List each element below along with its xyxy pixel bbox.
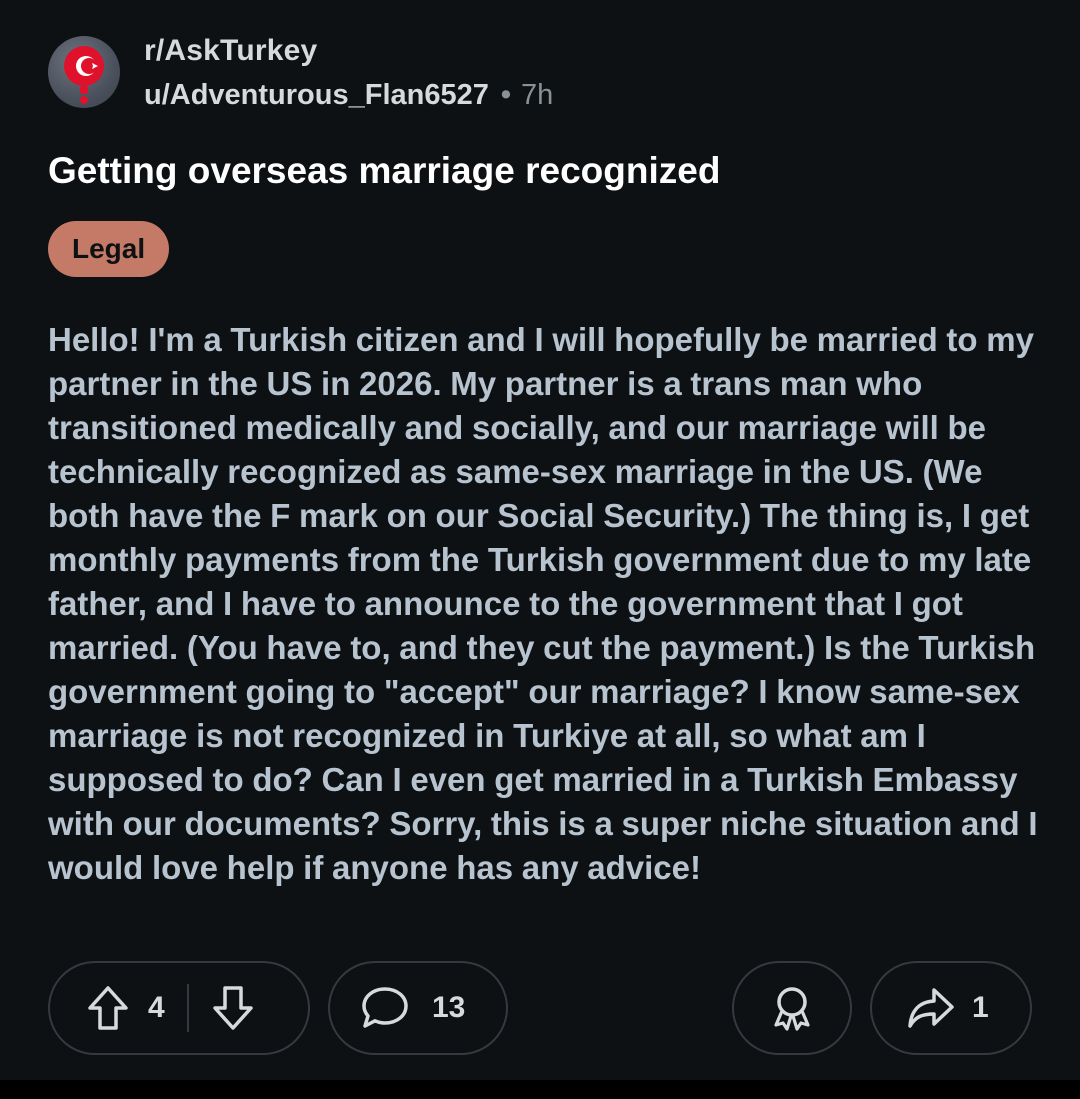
- vote-bar: 4: [48, 961, 310, 1055]
- post-title: Getting overseas marriage recognized: [48, 150, 721, 191]
- speech-bubble-icon: [360, 984, 410, 1032]
- downvote-button[interactable]: [211, 984, 255, 1032]
- vote-count: 4: [148, 991, 165, 1024]
- award-button[interactable]: [732, 961, 852, 1055]
- comment-count: 13: [432, 991, 466, 1024]
- share-button[interactable]: 1: [870, 961, 1032, 1055]
- upvote-button[interactable]: [86, 984, 130, 1032]
- arrow-up-icon: [88, 986, 128, 1030]
- comments-button[interactable]: 13: [328, 961, 508, 1055]
- arrow-down-icon: [212, 986, 253, 1030]
- post-meta: u/Adventurous_Flan6527 • 7h: [144, 77, 553, 113]
- post-body: Hello! I'm a Turkish citizen and I will …: [48, 321, 1038, 886]
- meta-separator: •: [500, 79, 512, 111]
- post-age: 7h: [521, 79, 554, 111]
- author-name[interactable]: u/Adventurous_Flan6527: [144, 79, 489, 111]
- post-flair[interactable]: Legal: [48, 221, 170, 277]
- share-arrow-icon: [906, 986, 956, 1030]
- bottom-edge: [0, 1080, 1080, 1099]
- award-ribbon-icon: [769, 985, 815, 1031]
- subreddit-avatar-icon[interactable]: [48, 36, 120, 108]
- share-count: 1: [972, 991, 989, 1024]
- subreddit-name[interactable]: r/AskTurkey: [144, 33, 317, 69]
- post-card: r/AskTurkey u/Adventurous_Flan6527 • 7h Ge…: [0, 0, 1080, 1080]
- vote-divider: [186, 984, 189, 1032]
